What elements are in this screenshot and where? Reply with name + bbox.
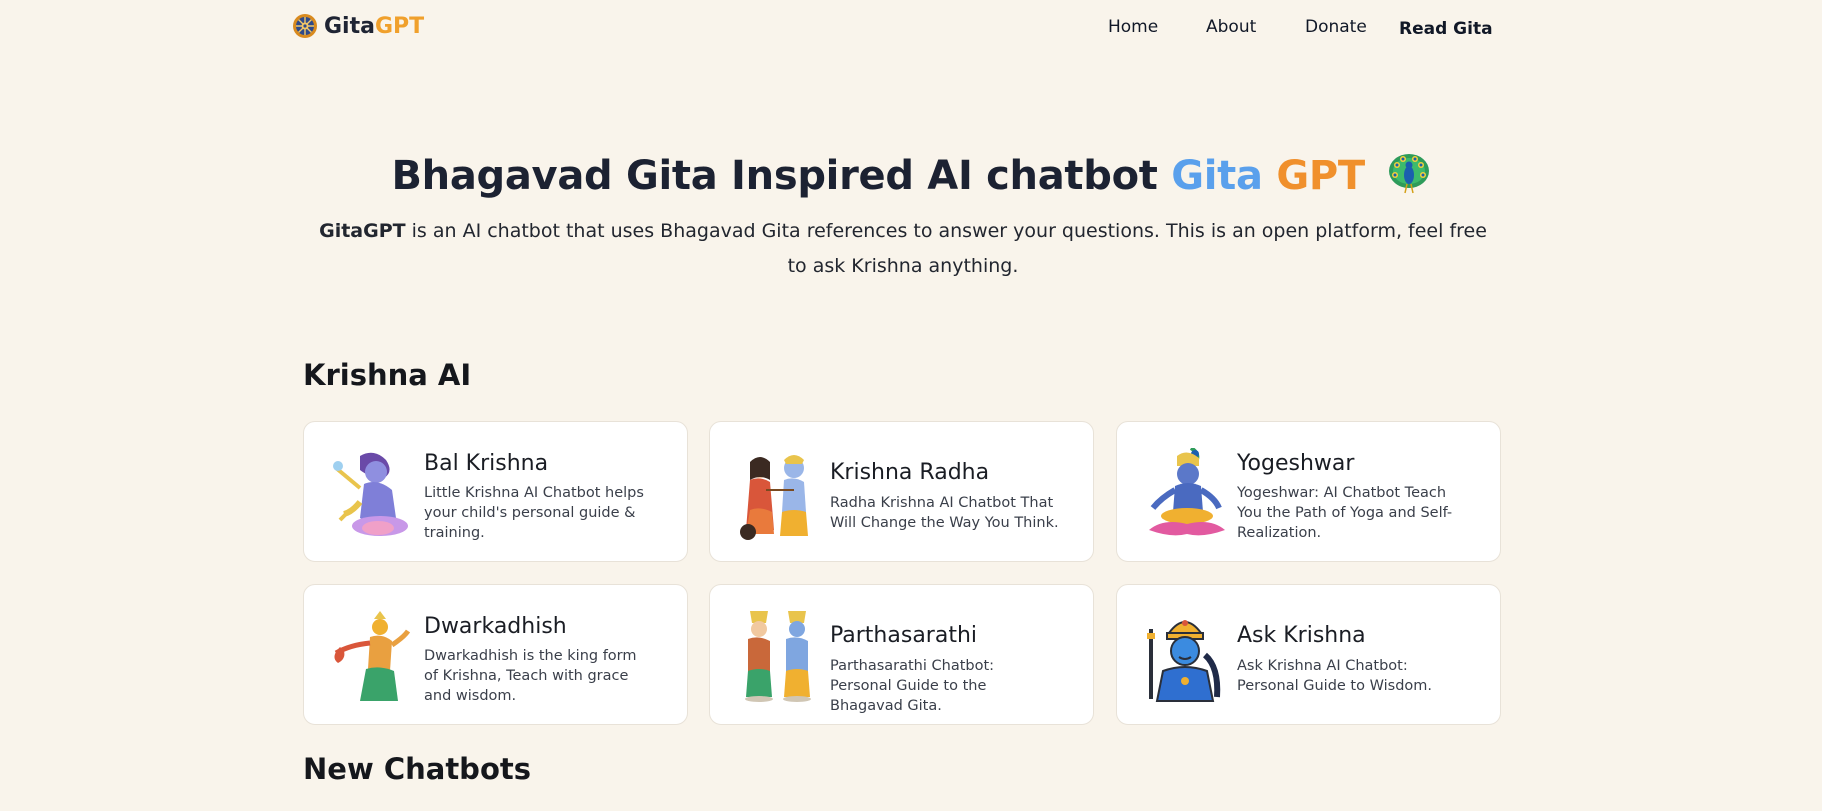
chakra-logo-icon [293,14,317,38]
card-description: Radha Krishna AI Chatbot That Will Chang… [830,495,1059,531]
hero-title-gita: Gita [1171,153,1263,199]
card-title: Yogeshwar [1237,451,1355,476]
card-description: Little Krishna AI Chatbot helps your chi… [424,485,644,541]
brand-logo-link[interactable]: Gita GPT [292,12,424,40]
card-description: Dwarkadhish is the king form of Krishna,… [424,648,637,704]
hero-title-gpt: GPT [1276,153,1365,199]
peacock-icon [1388,154,1429,194]
card-title: Parthasarathi [830,623,978,648]
card-title: Krishna Radha [830,460,990,485]
hero-title-main: Bhagavad Gita Inspired AI chatbot [391,153,1158,199]
section-heading-new-chatbots: New Chatbots [303,752,531,786]
card-title: Ask Krishna [1237,623,1366,648]
page: Gita GPT Home About Donate Read Gita Bhag… [0,0,1822,811]
nav-home-link[interactable]: Home [1108,17,1158,37]
parthasarathi-illustration-icon [745,611,811,702]
nav-donate-link[interactable]: Donate [1305,17,1367,37]
card-title: Dwarkadhish [424,614,567,639]
krishna-radha-illustration-icon [740,455,808,540]
bal-krishna-illustration-icon [333,452,408,536]
hero-description-text: is an AI chatbot that uses Bhagavad Gita… [411,220,1487,277]
ask-krishna-illustration-icon [1147,620,1221,702]
card-title: Bal Krishna [424,451,549,476]
card-description: Yogeshwar: AI Chatbot Teach You the Path… [1237,485,1453,541]
card-description: Parthasarathi Chatbot: Personal Guide to… [830,658,995,714]
brand-name-gita: Gita [324,13,375,39]
section-heading-krishna-ai: Krishna AI [303,358,472,392]
hero-description: GitaGPT is an AI chatbot that uses Bhaga… [318,214,1488,284]
card-yogeshwar[interactable]: Yogeshwar Yogeshwar: AI Chatbot Teach Yo… [1116,421,1501,562]
card-parthasarathi[interactable]: Parthasarathi Parthasarathi Chatbot: Per… [709,584,1094,725]
nav-read-gita-link[interactable]: Read Gita [1399,19,1493,39]
card-description: Ask Krishna AI Chatbot: Personal Guide t… [1237,658,1433,694]
card-ask-krishna[interactable]: Ask Krishna Ask Krishna AI Chatbot: Pers… [1116,584,1501,725]
yogeshwar-illustration-icon [1149,448,1225,536]
nav-about-link[interactable]: About [1206,17,1256,37]
card-krishna-radha[interactable]: Krishna Radha Radha Krishna AI Chatbot T… [709,421,1094,562]
brand-name-gpt: GPT [374,13,425,39]
navbar: Gita GPT Home About Donate Read Gita [0,0,1822,56]
dwarkadhish-illustration-icon [334,611,411,701]
card-bal-krishna[interactable]: Bal Krishna Little Krishna AI Chatbot he… [303,421,688,562]
hero-title: Bhagavad Gita Inspired AI chatbot Gita G… [0,151,1822,199]
card-dwarkadhish[interactable]: Dwarkadhish Dwarkadhish is the king form… [303,584,688,725]
hero-description-brand: GitaGPT [319,220,406,242]
